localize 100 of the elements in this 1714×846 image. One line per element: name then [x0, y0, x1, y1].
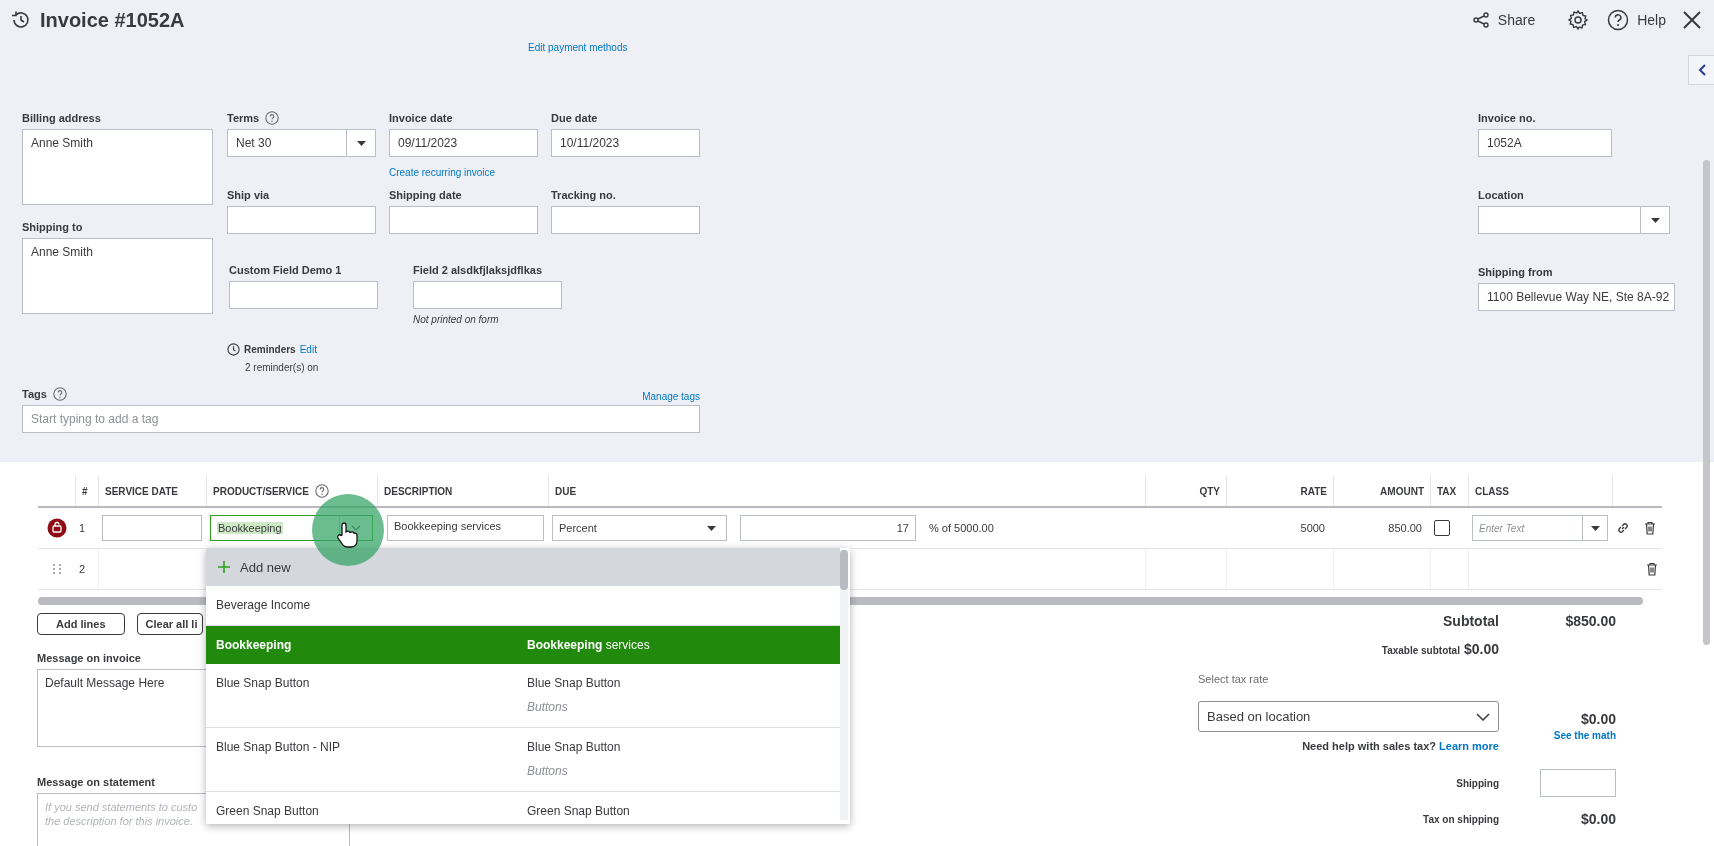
add-new-item[interactable]: Add new: [206, 548, 840, 586]
product-name: Green Snap Button: [216, 804, 319, 818]
invoice-number-field[interactable]: 1052A: [1478, 129, 1612, 157]
tax-rate-select[interactable]: Based on location: [1198, 701, 1499, 732]
field-label: Billing address: [22, 111, 101, 125]
column-header: DESCRIPTION: [384, 485, 453, 497]
column-header: SERVICE DATE: [105, 485, 178, 497]
add-lines-button[interactable]: Add lines: [37, 613, 125, 635]
due-type-select[interactable]: Percent: [552, 515, 727, 541]
product-description: Blue Snap Button: [527, 740, 621, 754]
billing-address-field[interactable]: Anne Smith: [22, 129, 213, 205]
history-icon[interactable]: [10, 9, 32, 31]
manage-tags-link[interactable]: Manage tags: [642, 390, 700, 402]
trash-icon[interactable]: [1646, 562, 1658, 576]
field-label: Invoice date: [389, 111, 453, 125]
due-note: % of 5000.00: [929, 522, 994, 534]
payment-methods-link[interactable]: Edit payment methods: [528, 42, 628, 53]
tax-amount: $0.00: [1580, 711, 1616, 727]
column-header: QTY: [1199, 485, 1220, 497]
date-field[interactable]: [389, 206, 538, 234]
caret-icon: [1650, 217, 1660, 223]
tracking-field[interactable]: [551, 206, 700, 234]
close-icon[interactable]: [1682, 10, 1702, 30]
product-description: Bookkeeping services: [527, 638, 650, 652]
product-name: Blue Snap Button: [216, 676, 310, 690]
column-header: AMOUNT: [1380, 485, 1424, 497]
column-header: PRODUCT/SERVICE: [213, 485, 309, 497]
due-value-field[interactable]: 17: [740, 515, 916, 541]
help-icon[interactable]: [314, 484, 329, 498]
shipping-from-field[interactable]: 1100 Bellevue Way NE, Ste 8A-92: [1478, 283, 1675, 311]
dropdown-scrollbar[interactable]: [840, 550, 848, 820]
dropdown-item[interactable]: Blue Snap Button Blue Snap Button Buttons: [206, 664, 840, 728]
tax-checkbox[interactable]: [1434, 520, 1450, 536]
field-label: Message on invoice: [37, 651, 141, 665]
taxable-subtotal-value: $0.00: [1463, 641, 1499, 657]
recurring-invoice-link[interactable]: Create recurring invoice: [389, 167, 496, 178]
learn-more-link[interactable]: Learn more: [1439, 740, 1499, 752]
chevron-down-icon: [1476, 712, 1490, 721]
ship-via-field[interactable]: [227, 206, 376, 234]
reminders-label: Reminders: [244, 344, 296, 355]
field-label: Due date: [551, 111, 598, 125]
help-button[interactable]: Help: [1607, 9, 1666, 31]
product-category: Buttons: [527, 700, 568, 714]
dropdown-item[interactable]: Blue Snap Button - NIP Blue Snap Button Buttons: [206, 728, 840, 792]
field-label: Field 2 alsdkfjlaksjdflkas: [413, 263, 542, 277]
service-date-field[interactable]: [102, 515, 202, 541]
tax-rate-label: Select tax rate: [1198, 673, 1269, 685]
column-header: DUE: [555, 485, 577, 497]
reminders-status: 2 reminder(s) on: [245, 362, 319, 373]
column-header: #: [82, 485, 88, 497]
link-icon[interactable]: [1616, 521, 1630, 535]
help-icon: [1607, 9, 1630, 31]
product-description: Green Snap Button: [527, 804, 630, 818]
dropdown-item[interactable]: Bookkeeping Bookkeeping services: [206, 626, 840, 664]
subtotal-value: $850.00: [1565, 613, 1616, 629]
terms-select[interactable]: Net 30: [227, 129, 376, 157]
see-math-link[interactable]: See the math: [1553, 730, 1616, 741]
field-label: Tags: [22, 387, 47, 401]
description-field[interactable]: Bookkeeping services: [387, 515, 544, 541]
edit-link[interactable]: Edit: [299, 344, 317, 355]
share-icon: [1471, 11, 1490, 29]
field-label: Shipping from: [1478, 265, 1553, 279]
column-header: RATE: [1300, 485, 1327, 497]
product-name: Bookkeeping: [216, 638, 292, 652]
custom-field[interactable]: [229, 281, 378, 309]
custom-field[interactable]: [413, 281, 562, 309]
plus-icon: [218, 561, 230, 573]
share-button[interactable]: Share: [1471, 11, 1536, 29]
shipping-field[interactable]: [1540, 769, 1616, 797]
field-label: Shipping date: [389, 188, 462, 202]
column-header: TAX: [1437, 485, 1457, 497]
field-label: Custom Field Demo 1: [229, 263, 342, 277]
field-label: Shipping to: [22, 220, 83, 234]
row-number: 1: [79, 522, 86, 534]
product-description: Blue Snap Button: [527, 676, 621, 690]
window-title: Invoice #1052A: [40, 8, 185, 32]
field-label: Tracking no.: [551, 188, 616, 202]
shipping-address-field[interactable]: Anne Smith: [22, 238, 213, 314]
field-label: Message on statement: [37, 775, 155, 789]
settings-icon[interactable]: [1567, 9, 1590, 31]
help-icon[interactable]: [265, 111, 280, 125]
date-field[interactable]: 09/11/2023: [389, 129, 538, 157]
trash-icon[interactable]: [1644, 521, 1656, 535]
amount-cell: 850.00: [1388, 522, 1422, 534]
clear-lines-button[interactable]: Clear all li: [136, 613, 203, 635]
field-label: Ship via: [227, 188, 270, 202]
chevron-left-icon: [1697, 64, 1706, 76]
rate-cell: 5000: [1300, 522, 1325, 534]
status-badge-icon[interactable]: [46, 518, 67, 538]
date-field[interactable]: 10/11/2023: [551, 129, 700, 157]
caret-icon: [1590, 525, 1600, 531]
help-icon[interactable]: [52, 387, 67, 401]
row-number: 2: [79, 563, 86, 575]
taxable-subtotal-label: Taxable subtotal: [1381, 645, 1460, 656]
shipping-label: Shipping: [1456, 778, 1499, 789]
tax-on-shipping-value: $0.00: [1580, 811, 1616, 827]
vertical-scrollbar[interactable]: [1703, 160, 1710, 645]
clock-icon: [227, 343, 240, 356]
drag-handle-icon[interactable]: [51, 564, 62, 574]
collapse-panel-button[interactable]: [1688, 55, 1714, 85]
